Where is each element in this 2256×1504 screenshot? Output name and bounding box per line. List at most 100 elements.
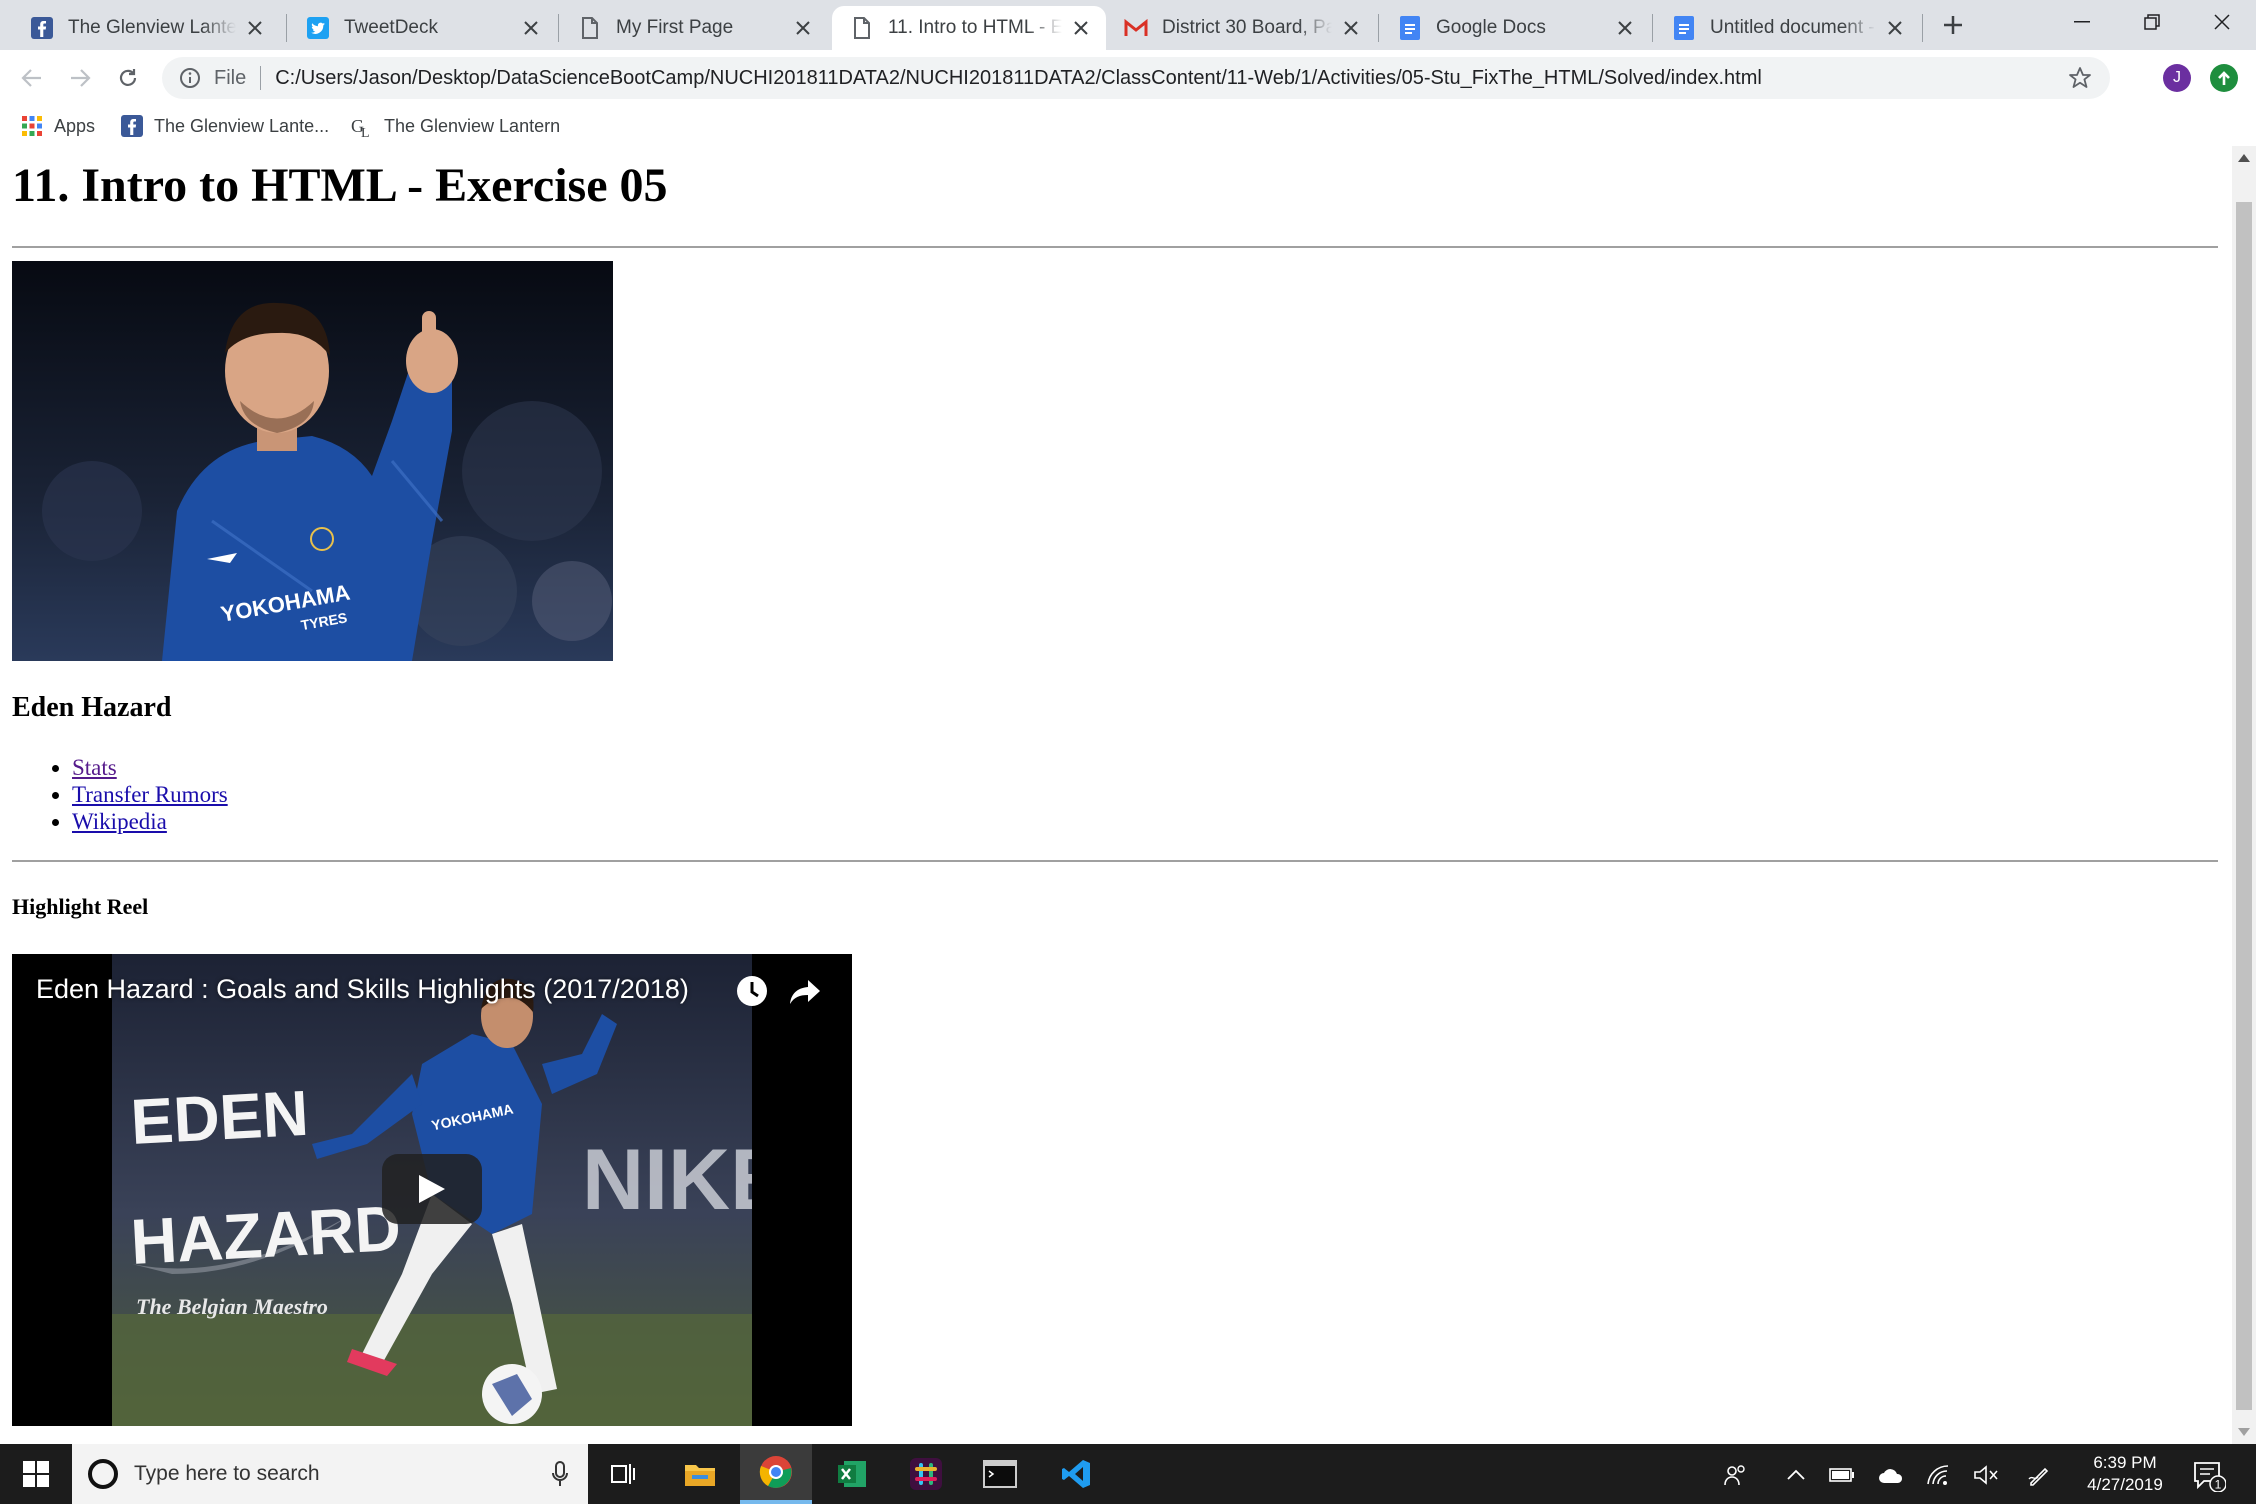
tab-untitled-document[interactable]: Untitled document - Google Docs [1654,6,1920,50]
update-arrow-icon[interactable] [2210,64,2238,92]
microphone-icon[interactable] [548,1459,572,1489]
system-clock[interactable]: 6:39 PM 4/27/2019 [2070,1452,2180,1496]
info-icon[interactable] [178,66,202,90]
taskbar-search-box[interactable]: Type here to search [72,1444,588,1504]
new-tab-button[interactable] [1938,10,1968,40]
people-icon[interactable] [1722,1462,1748,1488]
scrollbar-thumb[interactable] [2236,202,2252,1410]
minimize-button[interactable] [2048,0,2116,44]
start-button[interactable] [0,1444,72,1504]
tab-separator [286,14,287,42]
onedrive-cloud-icon[interactable] [1878,1462,1904,1488]
thumb-hazard-text: HAZARD [129,1192,403,1278]
reload-button[interactable] [112,62,144,94]
stats-link[interactable]: Stats [72,755,117,780]
task-view-button[interactable] [588,1444,660,1504]
tab-separator [558,14,559,42]
bookmark-star-icon[interactable] [2068,66,2092,90]
show-hidden-icons-chevron-icon[interactable] [1783,1462,1809,1488]
bookmark-label: The Glenview Lantern [384,115,561,136]
volume-muted-icon[interactable] [1973,1462,1999,1488]
glenview-lantern-logo-icon: GL [350,114,374,138]
address-bar[interactable]: File C:/Users/Jason/Desktop/DataScienceB… [162,57,2110,99]
wifi-icon[interactable] [1926,1462,1952,1488]
close-icon[interactable] [1340,17,1362,39]
share-icon[interactable] [788,974,822,1008]
tab-tweetdeck[interactable]: TweetDeck [288,6,556,50]
slack-icon [910,1458,942,1490]
tab-my-first-page[interactable]: My First Page [560,6,828,50]
apps-grid-icon [20,114,44,138]
restore-button[interactable] [2118,0,2186,44]
divider [12,860,2218,862]
bookmark-label: Apps [54,115,96,136]
tab-title: 11. Intro to HTML - Exercise 05 [888,17,1062,38]
google-docs-icon [1398,16,1422,40]
taskbar-chrome[interactable] [740,1444,812,1504]
close-icon[interactable] [792,17,814,39]
search-placeholder: Type here to search [134,1462,320,1485]
gmail-icon [1124,16,1148,40]
browser-tabstrip: The Glenview Lantern TweetDeck My First … [0,0,2256,50]
bookmark-apps[interactable]: Apps [20,112,95,140]
document-icon [578,16,602,40]
google-docs-icon [1672,16,1696,40]
tab-separator [1378,14,1379,42]
transfer-rumors-link[interactable]: Transfer Rumors [72,782,228,807]
watch-later-icon[interactable] [735,974,769,1008]
profile-avatar[interactable]: J [2163,64,2191,92]
tab-google-docs[interactable]: Google Docs [1380,6,1650,50]
close-window-button[interactable] [2188,0,2256,44]
thumb-tagline-text: The Belgian Maestro [136,1294,328,1319]
thumb-eden-text: EDEN [129,1077,310,1158]
tab-title: The Glenview Lantern [68,17,236,38]
close-icon[interactable] [1070,17,1092,39]
player-photo: YOKOHAMA TYRES [12,261,613,661]
section-title: Highlight Reel [12,894,149,919]
wikipedia-link[interactable]: Wikipedia [72,809,167,834]
taskbar-excel[interactable] [816,1444,888,1504]
tab-title: Untitled document - Google Docs [1710,17,1876,38]
url-scheme: File [214,66,247,89]
back-button[interactable] [16,62,48,94]
action-center-button[interactable]: 1 [2192,1458,2227,1493]
close-icon[interactable] [244,17,266,39]
windows-taskbar: Type here to search 6:39 PM 4/27/2019 1 [0,1444,2256,1504]
battery-icon[interactable] [1829,1462,1855,1488]
twitter-icon [306,16,330,40]
tab-separator [1652,14,1653,42]
page-content: 11. Intro to HTML - Exercise 05 YOKOHAMA… [0,146,2232,1444]
tab-district-30-board[interactable]: District 30 Board, Page [1106,6,1376,50]
bookmarks-bar: Apps The Glenview Lante... GL The Glenvi… [0,106,2256,146]
excel-icon [838,1461,866,1487]
cortana-icon[interactable] [88,1459,118,1489]
browser-toolbar: File C:/Users/Jason/Desktop/DataScienceB… [0,50,2256,106]
taskbar-vscode[interactable] [1040,1444,1112,1504]
url-text[interactable]: C:/Users/Jason/Desktop/DataScienceBootCa… [275,67,1762,90]
taskbar-terminal[interactable] [964,1444,1036,1504]
bookmark-glenview-lantern[interactable]: GL The Glenview Lantern [350,112,560,140]
list-item: Wikipedia [72,808,228,835]
tab-the-glenview-lantern[interactable]: The Glenview Lantern [12,6,280,50]
vertical-scrollbar[interactable] [2232,146,2256,1444]
tab-intro-to-html-exercise[interactable]: 11. Intro to HTML - Exercise 05 [832,6,1106,50]
play-button[interactable] [382,1154,482,1224]
facebook-icon [30,16,54,40]
windows-logo-icon [23,1461,49,1487]
scroll-up-arrow-icon[interactable] [2232,146,2256,170]
taskbar-slack[interactable] [890,1444,962,1504]
forward-button[interactable] [64,62,96,94]
close-icon[interactable] [520,17,542,39]
video-title[interactable]: Eden Hazard : Goals and Skills Highlight… [36,974,689,1005]
clock-time: 6:39 PM [2093,1453,2157,1472]
facebook-icon [120,114,144,138]
page-title: 11. Intro to HTML - Exercise 05 [12,159,668,212]
bookmark-glenview-facebook[interactable]: The Glenview Lante... [120,112,329,140]
close-icon[interactable] [1884,17,1906,39]
youtube-embed[interactable]: NIKE YOKOHAMA EDEN HAZARD The Belgian Ma [12,954,852,1426]
taskbar-file-explorer[interactable] [664,1444,736,1504]
pen-ink-icon[interactable] [2026,1462,2052,1488]
scroll-down-arrow-icon[interactable] [2232,1420,2256,1444]
list-item: Stats [72,754,228,781]
close-icon[interactable] [1614,17,1636,39]
